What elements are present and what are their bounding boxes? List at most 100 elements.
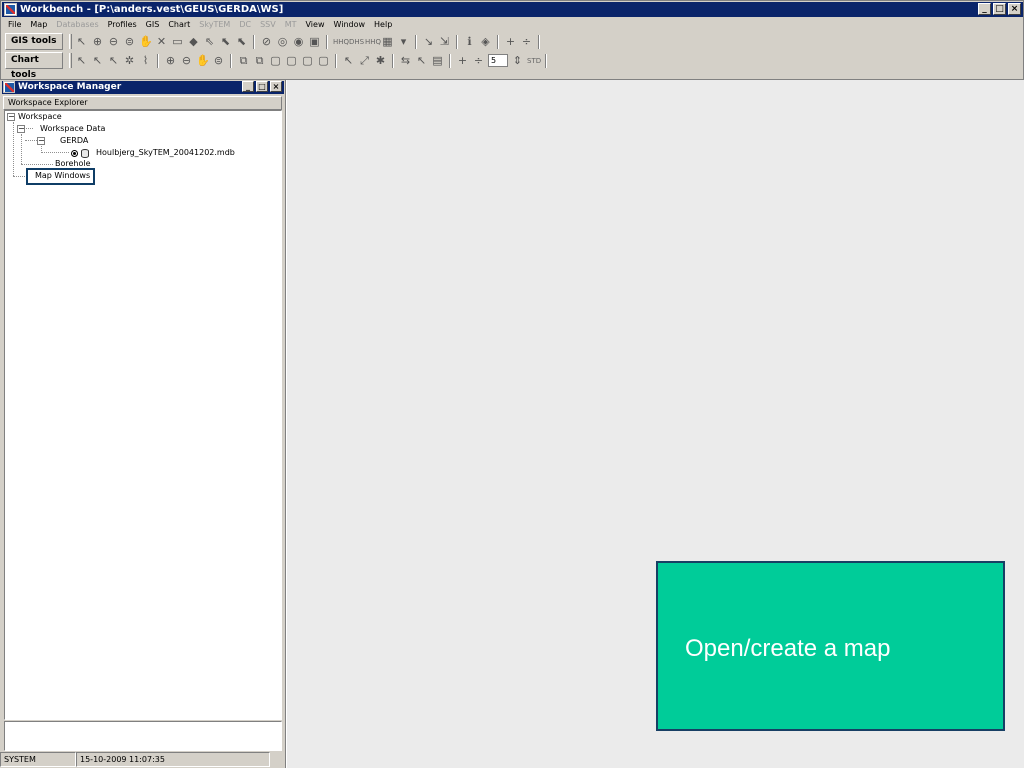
spinner-arrows-icon[interactable]: ⇕ (511, 54, 524, 68)
maximize-button[interactable]: □ (256, 81, 268, 92)
cross-hair-icon[interactable]: ✲ (123, 54, 136, 68)
tree-node-database-file[interactable]: Houlbjerg_SkyTEM_20041202.mdb (71, 148, 235, 158)
toolbar-separator (326, 34, 328, 49)
menu-gis[interactable]: GIS (146, 17, 160, 32)
tree-node-workspace-data[interactable]: − Workspace Data (17, 124, 105, 134)
menu-mt[interactable]: MT (285, 17, 297, 32)
pointer-bold-icon[interactable]: ⬉ (219, 35, 232, 49)
collapse-toggle-icon[interactable]: − (7, 113, 15, 121)
menu-map[interactable]: Map (30, 17, 47, 32)
divide-icon[interactable]: ÷ (472, 54, 485, 68)
import-icon[interactable]: ⧉ (253, 54, 266, 68)
pan-hand-icon[interactable]: ✋ (196, 54, 210, 68)
zoom-in-icon[interactable]: ⊕ (164, 54, 177, 68)
close-button[interactable]: × (270, 81, 282, 92)
zoom-out-icon[interactable]: ⊖ (107, 35, 120, 49)
zoom-in-icon[interactable]: ⊕ (91, 35, 104, 49)
cursor-select-icon[interactable]: ↖ (415, 54, 428, 68)
tag-icon[interactable]: ◈ (479, 35, 492, 49)
zoom-extent-icon[interactable]: ⊜ (123, 35, 136, 49)
menu-dc[interactable]: DC (239, 17, 251, 32)
measure-icon[interactable]: ▭ (171, 35, 184, 49)
pointer-bold-2-icon[interactable]: ⬉ (235, 35, 248, 49)
window-title: Workbench - [P:\anders.vest\GEUS\GERDA\W… (20, 4, 284, 15)
minimize-button[interactable]: _ (978, 3, 991, 15)
tree-node-gerda[interactable]: − GERDA (37, 136, 88, 146)
panel-top-icon[interactable]: ▢ (301, 54, 314, 68)
resize-grip-icon[interactable] (270, 752, 286, 767)
chart-tools-label: Chart tools (5, 52, 63, 80)
select-arrow-icon[interactable]: ↖ (75, 54, 88, 68)
collapse-toggle-icon[interactable]: − (37, 137, 45, 145)
panel-left-icon[interactable]: ▢ (269, 54, 282, 68)
toolbar-grip[interactable] (69, 53, 72, 68)
menu-help[interactable]: Help (374, 17, 392, 32)
app-logo-icon (3, 81, 15, 93)
menu-chart[interactable]: Chart (168, 17, 190, 32)
zoom-out-icon[interactable]: ⊖ (180, 54, 193, 68)
workspace-manager-title: Workspace Manager (18, 82, 122, 92)
gis-toolbar: GIS tools ↖ ⊕ ⊖ ⊜ ✋ ✕ ▭ ◆ ⇖ ⬉ ⬉ ⊘ ◎ ◉ ▣ … (5, 32, 542, 51)
line-tool-icon[interactable]: ↘ (422, 35, 435, 49)
pointer-outline-icon[interactable]: ⇖ (203, 35, 216, 49)
frame-icon[interactable]: ▣ (308, 35, 321, 49)
select-arrow-icon[interactable]: ↖ (75, 35, 88, 49)
zoom-extent-icon[interactable]: ⊜ (212, 54, 225, 68)
panel-right-icon[interactable]: ▢ (317, 54, 330, 68)
divide-icon[interactable]: ÷ (520, 35, 533, 49)
curve-icon[interactable]: ⌇ (139, 54, 152, 68)
info-icon[interactable]: ℹ (463, 35, 476, 49)
active-radio-icon[interactable] (71, 149, 78, 157)
gis-tools-label: GIS tools (5, 33, 63, 50)
menu-view[interactable]: View (306, 17, 325, 32)
crosshair-icon[interactable]: + (456, 54, 469, 68)
dhs-button[interactable]: DHS (349, 35, 364, 49)
collapse-toggle-icon[interactable]: − (17, 125, 25, 133)
database-icon (81, 148, 89, 158)
panel-bottom-icon[interactable]: ▢ (285, 54, 298, 68)
menu-databases[interactable]: Databases (56, 17, 98, 32)
export-icon[interactable]: ⧉ (237, 54, 250, 68)
close-button[interactable]: × (1008, 3, 1021, 15)
toolbar-separator (335, 53, 337, 68)
workspace-explorer-tab[interactable]: Workspace Explorer (3, 96, 282, 110)
hhq-button-2[interactable]: HHQ (365, 35, 381, 49)
std-value-input[interactable]: 5 (488, 54, 508, 67)
layers-icon[interactable]: ◆ (187, 35, 200, 49)
restore-button[interactable]: □ (993, 3, 1006, 15)
crosshair-icon[interactable]: + (504, 35, 517, 49)
menu-profiles[interactable]: Profiles (108, 17, 137, 32)
grid-dropdown-icon[interactable]: ▦ (381, 35, 394, 49)
swap-icon[interactable]: ⇆ (399, 54, 412, 68)
window-titlebar: Workbench - [P:\anders.vest\GEUS\GERDA\W… (2, 2, 1023, 17)
no-entry-icon[interactable]: ⊘ (260, 35, 273, 49)
menu-file[interactable]: File (8, 17, 21, 32)
pan-hand-icon[interactable]: ✋ (139, 35, 153, 49)
select-plus-icon[interactable]: ↖ (91, 54, 104, 68)
target-icon[interactable]: ◉ (292, 35, 305, 49)
std-label: STD (527, 56, 542, 65)
globe-icon[interactable]: ◎ (276, 35, 289, 49)
chevron-down-icon[interactable]: ▾ (397, 35, 410, 49)
minimize-button[interactable]: _ (242, 81, 254, 92)
toolbar-separator (456, 34, 458, 49)
hhq-button[interactable]: HHQ (333, 35, 349, 49)
status-datetime: 15-10-2009 11:07:35 (76, 752, 270, 767)
instruction-callout: Open/create a map (656, 561, 1005, 731)
toolbar-separator (449, 53, 451, 68)
menu-window[interactable]: Window (333, 17, 365, 32)
tree-node-workspace[interactable]: − Workspace (7, 112, 62, 122)
toolbar-grip[interactable] (69, 34, 72, 49)
full-extent-icon[interactable]: ✕ (155, 35, 168, 49)
workspace-manager-titlebar: Workspace Manager _ □ × (2, 81, 284, 94)
table-icon[interactable]: ▤ (431, 54, 444, 68)
resize-icon[interactable]: ⇲ (438, 35, 451, 49)
edit-point-icon[interactable]: ↖ (342, 54, 355, 68)
select-minus-icon[interactable]: ↖ (107, 54, 120, 68)
menu-ssv[interactable]: SSV (260, 17, 276, 32)
menu-skytem[interactable]: SkyTEM (199, 17, 230, 32)
tree-label: Workspace Data (40, 124, 106, 133)
app-logo-icon (4, 3, 17, 16)
move-point-icon[interactable]: ⤢ (358, 54, 371, 68)
delete-point-icon[interactable]: ✱ (374, 54, 387, 68)
